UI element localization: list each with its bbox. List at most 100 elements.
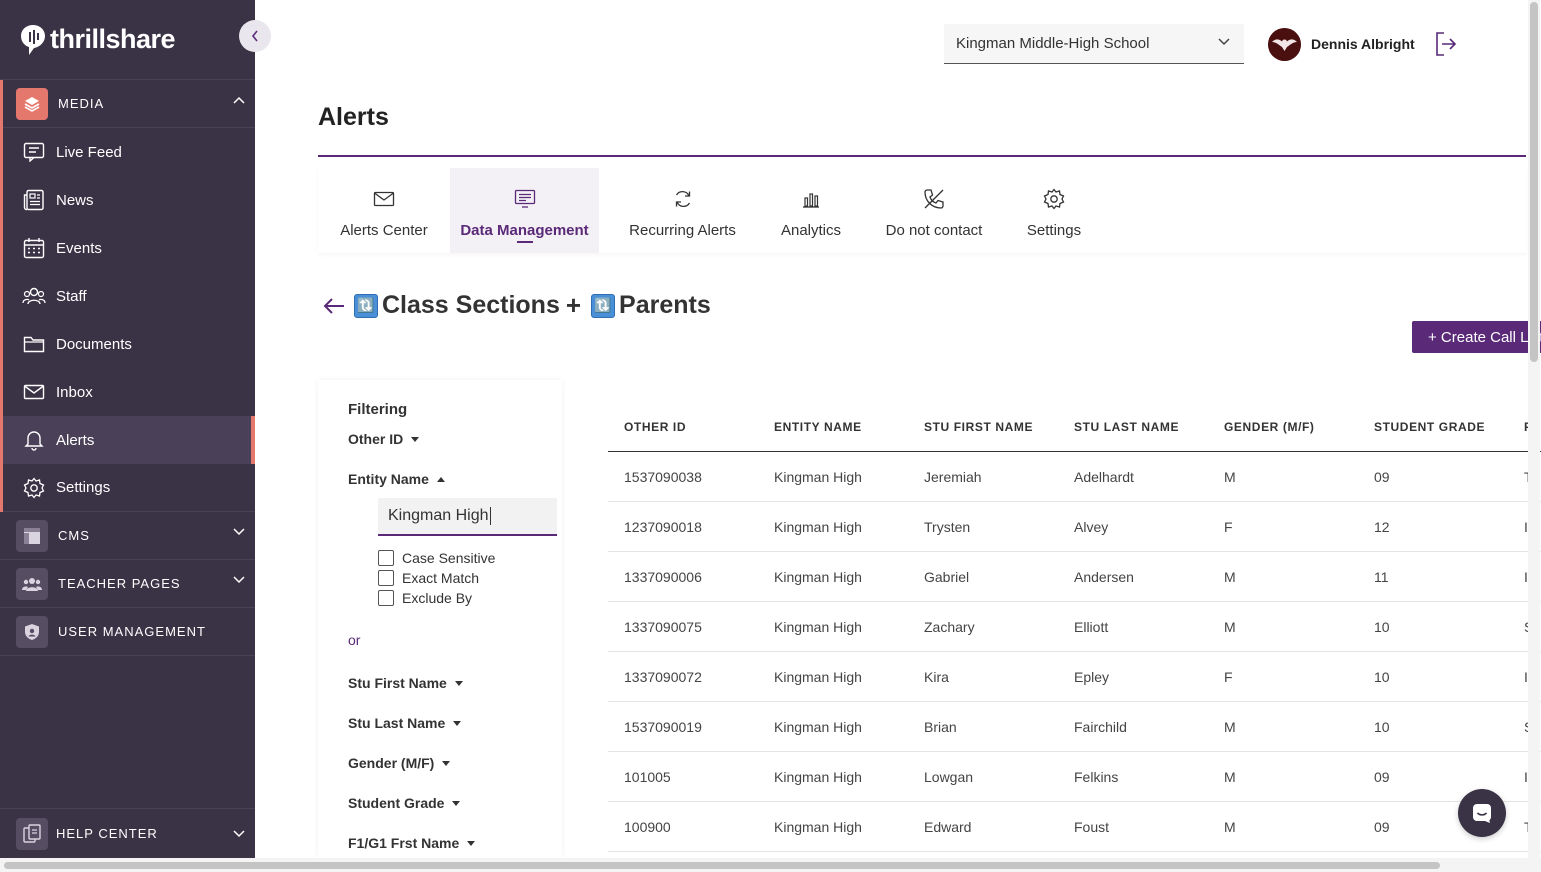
exclude-by-option[interactable]: Exclude By (378, 590, 472, 606)
caret-down-icon (454, 680, 463, 686)
column-header[interactable]: OTHER ID (624, 420, 686, 434)
table-cell: F (1224, 669, 1233, 685)
avatar[interactable] (1268, 28, 1301, 61)
column-header[interactable]: STU FIRST NAME (924, 420, 1033, 434)
tab-label: Alerts Center (340, 222, 428, 239)
section-cms[interactable]: CMS (0, 512, 255, 560)
sidebar-item-staff[interactable]: Staff (3, 272, 255, 320)
tab-do-not-contact[interactable]: Do not contact (856, 168, 1012, 253)
sidebar-item-settings[interactable]: Settings (3, 464, 255, 512)
column-header[interactable]: ENTITY NAME (774, 420, 862, 434)
tab-alerts-center[interactable]: Alerts Center (318, 168, 450, 253)
section-user-management[interactable]: USER MANAGEMENT (0, 608, 255, 656)
table-cell: F (1224, 519, 1233, 535)
vertical-scrollbar[interactable] (1528, 0, 1540, 858)
table-row[interactable]: 1337090072 Kingman High Kira Epley F 10 I (608, 652, 1541, 702)
table-row[interactable]: 101005 Kingman High Lowgan Felkins M 09 I (608, 752, 1541, 802)
live-feed-icon (22, 140, 46, 164)
entity-name-input-value: Kingman High (388, 507, 489, 524)
filter-entity-name[interactable]: Entity Name (348, 471, 445, 487)
user-name[interactable]: Dennis Albright (1311, 36, 1415, 52)
sidebar-item-alerts[interactable]: Alerts (3, 416, 255, 464)
table-row[interactable]: 1537090019Kingman HighBrianFairchildM10S (608, 702, 1541, 752)
filter-gender[interactable]: Gender (M/F) (348, 755, 451, 771)
table-row[interactable]: 1537090038 Kingman High Jeremiah Adelhardt M… (608, 452, 1541, 502)
table-row[interactable]: 1237090018 Kingman High Trysten Alvey F 12 I (608, 502, 1541, 552)
school-select[interactable]: Kingman Middle-High School (944, 24, 1244, 64)
refresh-icon (673, 186, 693, 212)
table-cell: Lowgan (924, 769, 974, 785)
school-mascot-icon (1268, 28, 1301, 61)
sidebar-item-live-feed[interactable]: Live Feed (3, 128, 255, 176)
filter-f1g1-first-name[interactable]: F1/G1 Frst Name (348, 835, 476, 851)
sidebar-item-documents[interactable]: Documents (3, 320, 255, 368)
section-media[interactable]: MEDIA (3, 80, 255, 128)
filter-student-grade[interactable]: Student Grade (348, 795, 461, 811)
table-cell: 09 (1374, 469, 1390, 485)
collapse-sidebar-button[interactable] (239, 20, 271, 52)
sidebar-item-inbox[interactable]: Inbox (3, 368, 255, 416)
tab-settings[interactable]: Settings (1012, 168, 1096, 253)
create-call-list-button[interactable]: + Create Call List (1412, 321, 1541, 353)
chevron-down-icon (233, 830, 245, 838)
table-cell: M (1224, 569, 1236, 585)
tab-recurring-alerts[interactable]: Recurring Alerts (599, 168, 766, 253)
sidebar-item-news[interactable]: News (3, 176, 255, 224)
scrollbar-thumb[interactable] (4, 862, 1440, 869)
horizontal-scrollbar[interactable] (0, 858, 1541, 872)
chat-launcher-button[interactable] (1458, 789, 1506, 837)
table-header: OTHER ID ENTITY NAME STU FIRST NAME STU … (608, 414, 1541, 452)
data-table: OTHER ID ENTITY NAME STU FIRST NAME STU … (578, 376, 1541, 858)
table-cell: 1337090075 (624, 619, 702, 635)
logout-button[interactable] (1434, 31, 1458, 62)
case-sensitive-checkbox[interactable] (378, 550, 394, 566)
caret-down-icon (411, 436, 420, 442)
table-cell: 1237090018 (624, 519, 702, 535)
table-cell: Kira (924, 669, 949, 685)
chat-icon (1473, 804, 1491, 823)
case-sensitive-option[interactable]: Case Sensitive (378, 550, 495, 566)
chevron-down-icon (1218, 38, 1230, 46)
exclude-by-checkbox[interactable] (378, 590, 394, 606)
table-cell: Kingman High (774, 519, 862, 535)
table-cell: Kingman High (774, 619, 862, 635)
filter-stu-last-name[interactable]: Stu Last Name (348, 715, 462, 731)
section-teacher-pages[interactable]: TEACHER PAGES (0, 560, 255, 608)
filter-stu-first-name[interactable]: Stu First Name (348, 675, 463, 691)
back-button[interactable] (322, 297, 346, 315)
sidebar-item-label: Settings (56, 479, 111, 496)
sidebar-item-events[interactable]: Events (3, 224, 255, 272)
shield-user-icon (16, 615, 48, 648)
tab-label: Settings (1026, 222, 1082, 239)
tab-label: Data Management (460, 222, 589, 239)
scrollbar-thumb[interactable] (1530, 2, 1538, 362)
table-row[interactable]: 1337090006 Kingman High Gabriel Andersen M 11… (608, 552, 1541, 602)
entity-name-input[interactable]: Kingman High (378, 498, 557, 536)
table-row[interactable]: 100900Kingman HighEdwardFoustM09T (608, 802, 1541, 852)
filter-label: Other ID (348, 431, 404, 447)
sidebar-item-label: Alerts (56, 431, 95, 449)
brand[interactable]: thrillshare (0, 0, 255, 80)
table-cell: Kingman High (774, 719, 862, 735)
teachers-icon (16, 567, 48, 600)
column-header[interactable]: GENDER (M/F) (1224, 420, 1315, 434)
exact-match-option[interactable]: Exact Match (378, 570, 479, 586)
tab-data-management[interactable]: Data Management (450, 168, 599, 253)
heading-class-sections: Class Sections (382, 291, 560, 319)
sidebar-item-label: Inbox (56, 383, 93, 401)
column-header[interactable]: STUDENT GRADE (1374, 420, 1485, 434)
exact-match-checkbox[interactable] (378, 570, 394, 586)
option-label: Case Sensitive (402, 550, 496, 566)
sidebar-item-label: Live Feed (56, 143, 122, 161)
help-center[interactable]: HELP CENTER (0, 808, 255, 858)
tab-analytics[interactable]: Analytics (766, 168, 856, 253)
or-separator: or (348, 632, 361, 648)
filter-label: Student Grade (348, 795, 445, 811)
table-row[interactable]: 1337090075Kingman HighZacharyElliottM10S (608, 602, 1541, 652)
brand-name: thrillshare (50, 24, 176, 54)
media-group: MEDIA Live Feed News Events Staff Docume… (0, 80, 255, 512)
filter-other-id[interactable]: Other ID (348, 431, 420, 447)
arrow-left-icon (323, 297, 344, 314)
column-header[interactable]: STU LAST NAME (1074, 420, 1179, 434)
table-cell: M (1224, 619, 1236, 635)
